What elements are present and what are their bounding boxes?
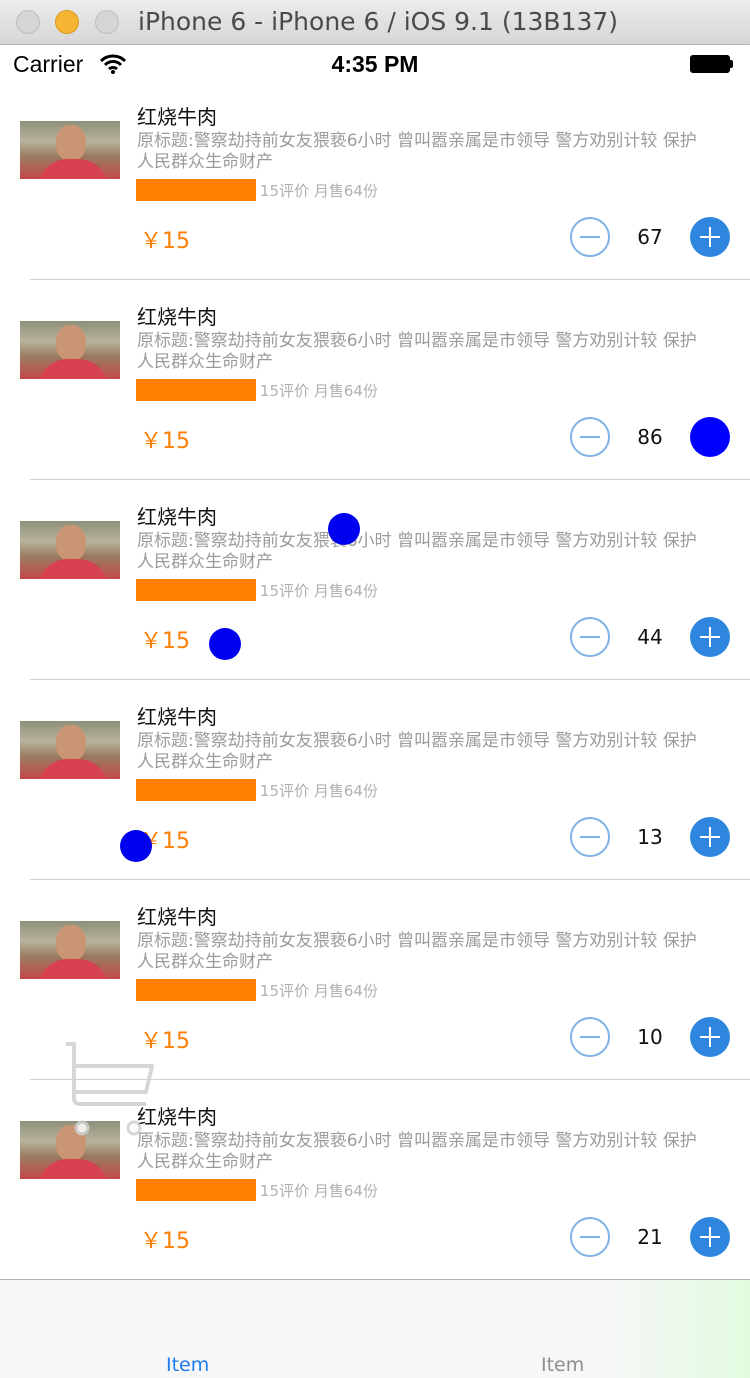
rating-bar [136,379,256,401]
minimize-window-button[interactable] [55,10,79,34]
flying-cart-dot [120,830,152,862]
dish-price: ￥15 [140,429,190,454]
dish-meta: 15评价 月售64份 [260,982,378,1000]
quantity-value: 67 [637,225,663,249]
tab-bar: Item Item [0,1279,750,1378]
decrease-quantity-button[interactable] [570,217,610,257]
dish-price: ￥15 [140,229,190,254]
flying-cart-dot [328,513,360,545]
dish-description-line-1: 原标题:警察劫持前女友猥亵6小时 曾叫嚣亲属是市领导 警方劝别计较 保护 [137,931,697,951]
flying-cart-dot [209,628,241,660]
rating-bar [136,779,256,801]
dish-thumbnail [20,321,120,379]
quantity-value: 21 [637,1225,663,1249]
dish-description: 原标题:警察劫持前女友猥亵6小时 曾叫嚣亲属是市领导 警方劝别计较 保护 人民群众… [137,131,737,173]
dish-description-line-2: 人民群众生命财产 [137,1152,273,1172]
dish-thumbnail [20,121,120,179]
decrease-quantity-button[interactable] [570,1017,610,1057]
rating-bar [136,579,256,601]
increase-quantity-button[interactable] [690,1217,730,1257]
dish-description: 原标题:警察劫持前女友猥亵6小时 曾叫嚣亲属是市领导 警方劝别计较 保护 人民群众… [137,931,737,973]
dish-description: 原标题:警察劫持前女友猥亵6小时 曾叫嚣亲属是市领导 警方劝别计较 保护 人民群众… [137,531,737,573]
dish-name: 红烧牛肉 [137,305,217,329]
dish-name: 红烧牛肉 [137,905,217,929]
quantity-value: 86 [637,425,663,449]
tab-item-first[interactable]: Item [166,1354,209,1376]
increase-quantity-button[interactable] [690,1017,730,1057]
increase-quantity-button[interactable] [690,417,730,457]
dish-description: 原标题:警察劫持前女友猥亵6小时 曾叫嚣亲属是市领导 警方劝别计较 保护 人民群众… [137,331,737,373]
status-bar: Carrier 4:35 PM [0,45,750,85]
dish-thumbnail [20,921,120,979]
dish-description-line-2: 人民群众生命财产 [137,952,273,972]
dish-description-line-2: 人民群众生命财产 [137,352,273,372]
decrease-quantity-button[interactable] [570,417,610,457]
shopping-cart-icon[interactable] [60,1040,160,1140]
list-item[interactable]: 红烧牛肉 原标题:警察劫持前女友猥亵6小时 曾叫嚣亲属是市领导 警方劝别计较 保… [0,480,750,680]
dish-description-line-1: 原标题:警察劫持前女友猥亵6小时 曾叫嚣亲属是市领导 警方劝别计较 保护 [137,731,697,751]
increase-quantity-button[interactable] [690,617,730,657]
dish-thumbnail [20,721,120,779]
dish-meta: 15评价 月售64份 [260,782,378,800]
close-window-button[interactable] [16,10,40,34]
dish-name: 红烧牛肉 [137,505,217,529]
rating-bar [136,1179,256,1201]
dish-name: 红烧牛肉 [137,705,217,729]
window-title: iPhone 6 - iPhone 6 / iOS 9.1 (13B137) [138,7,619,36]
dish-meta: 15评价 月售64份 [260,382,378,400]
dish-description-line-2: 人民群众生命财产 [137,552,273,572]
quantity-value: 10 [637,1025,663,1049]
dish-thumbnail [20,521,120,579]
quantity-value: 44 [637,625,663,649]
dish-description: 原标题:警察劫持前女友猥亵6小时 曾叫嚣亲属是市领导 警方劝别计较 保护 人民群众… [137,731,737,773]
status-time: 4:35 PM [331,51,419,77]
dish-description: 原标题:警察劫持前女友猥亵6小时 曾叫嚣亲属是市领导 警方劝别计较 保护 人民群众… [137,1131,737,1173]
list-item[interactable]: 红烧牛肉 原标题:警察劫持前女友猥亵6小时 曾叫嚣亲属是市领导 警方劝别计较 保… [0,680,750,880]
increase-quantity-button[interactable] [690,217,730,257]
tab-item-second[interactable]: Item [541,1354,584,1376]
decrease-quantity-button[interactable] [570,1217,610,1257]
window-title-bar: iPhone 6 - iPhone 6 / iOS 9.1 (13B137) [0,0,750,45]
dish-price: ￥15 [140,629,190,654]
list-item[interactable]: 红烧牛肉 原标题:警察劫持前女友猥亵6小时 曾叫嚣亲属是市领导 警方劝别计较 保… [0,80,750,280]
zoom-window-button[interactable] [95,10,119,34]
dish-price: ￥15 [140,1229,190,1254]
dish-description-line-2: 人民群众生命财产 [137,152,273,172]
decrease-quantity-button[interactable] [570,617,610,657]
dish-description-line-2: 人民群众生命财产 [137,752,273,772]
dish-description-line-1: 原标题:警察劫持前女友猥亵6小时 曾叫嚣亲属是市领导 警方劝别计较 保护 [137,531,697,551]
list-item[interactable]: 红烧牛肉 原标题:警察劫持前女友猥亵6小时 曾叫嚣亲属是市领导 警方劝别计较 保… [0,280,750,480]
rating-bar [136,179,256,201]
dish-description-line-1: 原标题:警察劫持前女友猥亵6小时 曾叫嚣亲属是市领导 警方劝别计较 保护 [137,1131,697,1151]
dish-meta: 15评价 月售64份 [260,582,378,600]
dish-meta: 15评价 月售64份 [260,182,378,200]
dish-description-line-1: 原标题:警察劫持前女友猥亵6小时 曾叫嚣亲属是市领导 警方劝别计较 保护 [137,131,697,151]
dish-description-line-1: 原标题:警察劫持前女友猥亵6小时 曾叫嚣亲属是市领导 警方劝别计较 保护 [137,331,697,351]
dish-meta: 15评价 月售64份 [260,1182,378,1200]
simulator-window: iPhone 6 - iPhone 6 / iOS 9.1 (13B137) C… [0,0,750,1378]
dish-name: 红烧牛肉 [137,105,217,129]
rating-bar [136,979,256,1001]
quantity-value: 13 [637,825,663,849]
decrease-quantity-button[interactable] [570,817,610,857]
battery-icon [690,55,734,73]
increase-quantity-button[interactable] [690,817,730,857]
